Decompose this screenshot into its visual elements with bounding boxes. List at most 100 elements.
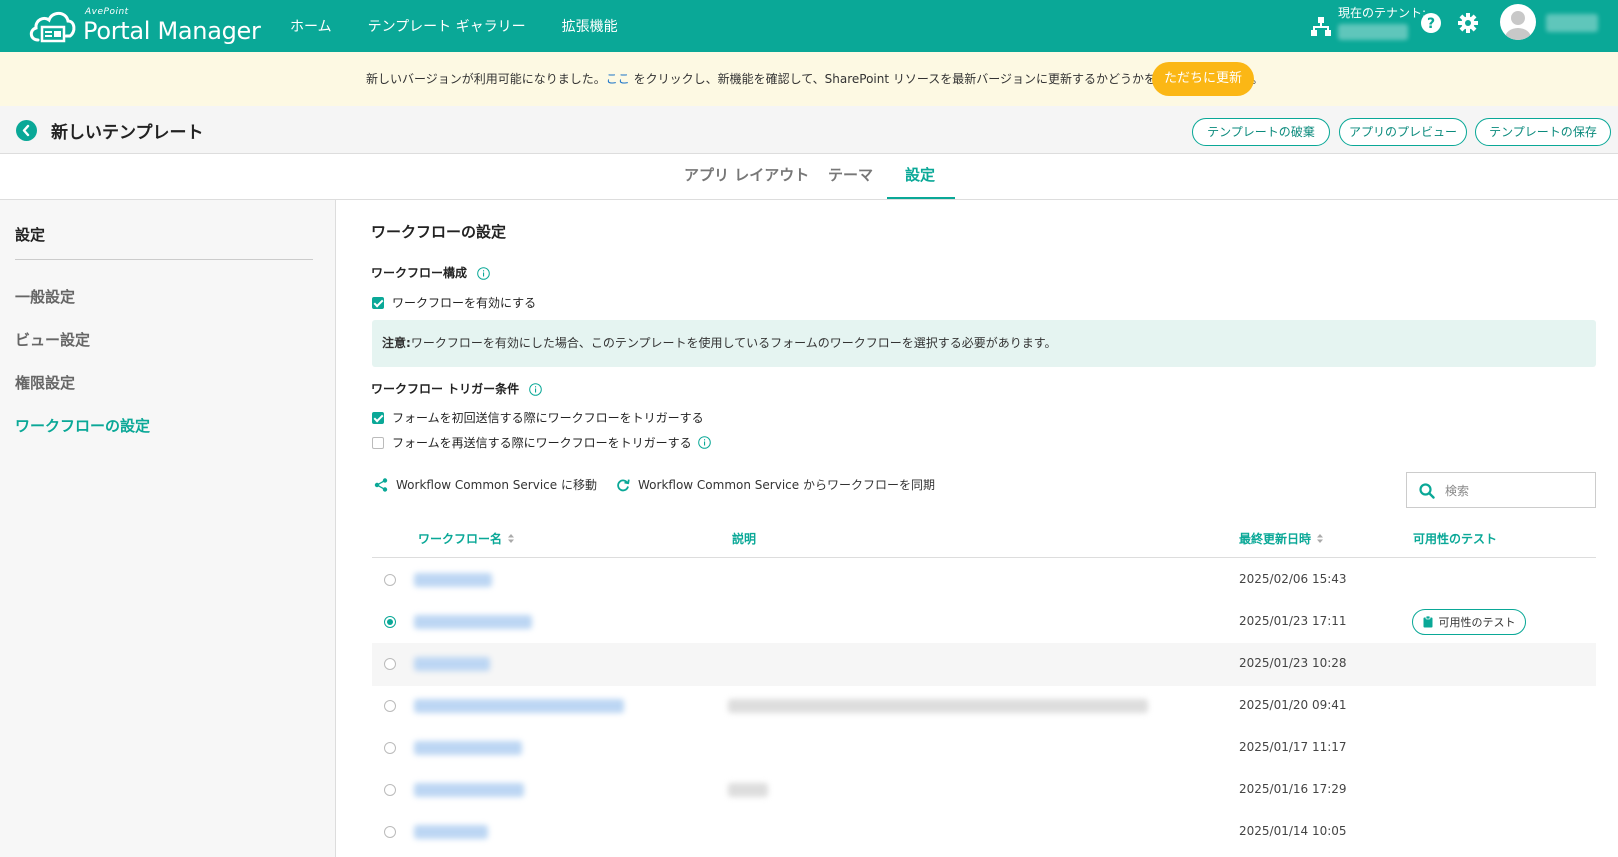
gear-icon[interactable] bbox=[1457, 12, 1479, 34]
trigger-first-checkbox[interactable] bbox=[372, 411, 384, 424]
description-redacted bbox=[728, 783, 768, 797]
help-icon[interactable]: ? bbox=[1420, 12, 1442, 34]
row-radio[interactable] bbox=[384, 616, 396, 628]
enable-workflow-checkbox[interactable] bbox=[372, 296, 384, 309]
sync-from-wcs-label: Workflow Common Service からワークフローを同期 bbox=[638, 478, 935, 492]
page-header: 新しいテンプレート テンプレートの破棄 アプリのプレビュー テンプレートの保存 bbox=[0, 106, 1618, 154]
avatar[interactable] bbox=[1500, 4, 1536, 40]
trigger-resubmit-row[interactable]: フォームを再送信する際にワークフローをトリガーする bbox=[372, 434, 711, 451]
info-icon[interactable] bbox=[529, 383, 543, 396]
update-banner: 新しいバージョンが利用可能になりました。ここ をクリックし、新機能を確認して、S… bbox=[0, 52, 1618, 106]
trigger-resubmit-checkbox[interactable] bbox=[372, 436, 384, 449]
sort-icon[interactable] bbox=[1316, 533, 1324, 544]
tenant-label: 現在のテナント: bbox=[1338, 6, 1427, 20]
sidebar-heading: 設定 bbox=[15, 226, 46, 244]
workflow-name-redacted[interactable] bbox=[414, 573, 492, 587]
column-availability-test: 可用性のテスト bbox=[1413, 532, 1498, 546]
enable-workflow-checkbox-row[interactable]: ワークフローを有効にする bbox=[372, 294, 536, 311]
info-icon[interactable] bbox=[697, 436, 711, 449]
move-to-wcs-button[interactable]: Workflow Common Service に移動 bbox=[374, 476, 597, 493]
column-last-modified[interactable]: 最終更新日時 bbox=[1239, 530, 1324, 547]
cloud-logo-icon bbox=[29, 11, 76, 43]
trigger-first-row[interactable]: フォームを初回送信する際にワークフローをトリガーする bbox=[372, 409, 704, 426]
svg-text:?: ? bbox=[1427, 16, 1435, 32]
username-redacted[interactable] bbox=[1546, 14, 1598, 32]
trigger-title: ワークフロー トリガー条件 bbox=[371, 382, 520, 396]
save-template-button[interactable]: テンプレートの保存 bbox=[1475, 118, 1611, 146]
tab-bar: アプリ レイアウト テーマ 設定 bbox=[0, 154, 1618, 200]
sidebar-divider bbox=[15, 259, 313, 260]
page-title: 新しいテンプレート bbox=[51, 123, 204, 143]
trigger-first-label: フォームを初回送信する際にワークフローをトリガーする bbox=[392, 411, 704, 425]
nav-extensions[interactable]: 拡張機能 bbox=[562, 16, 618, 36]
discard-template-button[interactable]: テンプレートの破棄 bbox=[1192, 118, 1330, 146]
workflow-name-redacted[interactable] bbox=[414, 699, 624, 713]
availability-test-button[interactable]: 可用性のテスト bbox=[1412, 609, 1526, 635]
note-bold-label: 注意: bbox=[382, 336, 411, 350]
sidebar-item-view[interactable]: ビュー設定 bbox=[15, 329, 90, 350]
search-input[interactable] bbox=[1445, 481, 1585, 501]
active-tab-indicator bbox=[887, 197, 955, 199]
nav-home[interactable]: ホーム bbox=[290, 16, 332, 36]
row-date: 2025/01/14 10:05 bbox=[1239, 824, 1347, 838]
workflow-table-header: ワークフロー名 説明 最終更新日時 可用性のテスト bbox=[372, 518, 1596, 558]
tab-settings[interactable]: 設定 bbox=[905, 164, 935, 185]
column-last-modified-label: 最終更新日時 bbox=[1239, 532, 1312, 546]
sidebar-item-workflow[interactable]: ワークフローの設定 bbox=[15, 415, 150, 436]
banner-link[interactable]: ここ bbox=[606, 72, 630, 86]
table-row[interactable]: 2025/01/23 17:11 可用性のテスト bbox=[372, 601, 1596, 644]
app-preview-button[interactable]: アプリのプレビュー bbox=[1339, 118, 1467, 146]
row-radio[interactable] bbox=[384, 574, 396, 586]
tenant-hierarchy-icon bbox=[1311, 17, 1331, 36]
row-radio[interactable] bbox=[384, 826, 396, 838]
banner-message: 新しいバージョンが利用可能になりました。ここ をクリックし、新機能を確認して、S… bbox=[366, 70, 1263, 87]
workflow-name-redacted[interactable] bbox=[414, 615, 532, 629]
tab-app-layout[interactable]: アプリ レイアウト bbox=[684, 164, 809, 185]
workflow-name-redacted[interactable] bbox=[414, 657, 490, 671]
back-button[interactable] bbox=[16, 120, 37, 141]
table-row[interactable]: 2025/01/16 17:29 bbox=[372, 769, 1596, 812]
workflow-note: 注意:ワークフローを有効にした場合、このテンプレートを使用しているフォームのワー… bbox=[372, 320, 1596, 367]
table-row[interactable]: 2025/01/20 09:41 bbox=[372, 685, 1596, 728]
app-logo[interactable]: AvePoint Portal Manager bbox=[28, 4, 268, 48]
section-title: ワークフローの設定 bbox=[371, 223, 507, 241]
workflow-name-redacted[interactable] bbox=[414, 783, 524, 797]
row-date: 2025/01/20 09:41 bbox=[1239, 698, 1347, 712]
tab-theme[interactable]: テーマ bbox=[828, 164, 873, 185]
clipboard-icon bbox=[1423, 616, 1432, 628]
table-row[interactable]: 2025/01/17 11:17 bbox=[372, 727, 1596, 770]
nav-template-gallery[interactable]: テンプレート ギャラリー bbox=[368, 16, 526, 36]
row-date: 2025/01/16 17:29 bbox=[1239, 782, 1347, 796]
tenant-name-redacted bbox=[1338, 24, 1408, 40]
row-radio[interactable] bbox=[384, 742, 396, 754]
workflow-name-redacted[interactable] bbox=[414, 741, 522, 755]
table-row[interactable]: 2025/01/23 10:28 bbox=[372, 643, 1596, 686]
update-now-button[interactable]: ただちに更新 bbox=[1152, 62, 1254, 96]
table-row[interactable]: 2025/02/06 15:43 bbox=[372, 559, 1596, 602]
info-icon[interactable] bbox=[477, 267, 491, 280]
row-date: 2025/01/17 11:17 bbox=[1239, 740, 1347, 754]
row-date: 2025/01/23 10:28 bbox=[1239, 656, 1347, 670]
workflow-name-redacted[interactable] bbox=[414, 825, 488, 839]
main-nav: ホーム テンプレート ギャラリー 拡張機能 bbox=[290, 0, 654, 52]
table-row[interactable]: 2025/01/14 10:05 bbox=[372, 811, 1596, 854]
trigger-resubmit-label: フォームを再送信する際にワークフローをトリガーする bbox=[392, 436, 692, 450]
brand-text: Portal Manager bbox=[83, 17, 261, 45]
column-workflow-name[interactable]: ワークフロー名 bbox=[418, 530, 515, 547]
banner-text-before: 新しいバージョンが利用可能になりました。 bbox=[366, 72, 606, 86]
sync-icon bbox=[617, 478, 630, 491]
search-icon bbox=[1419, 483, 1435, 499]
search-box[interactable] bbox=[1406, 472, 1596, 508]
sidebar-item-general[interactable]: 一般設定 bbox=[15, 286, 75, 307]
row-radio[interactable] bbox=[384, 784, 396, 796]
sort-icon[interactable] bbox=[507, 533, 515, 544]
enable-workflow-label: ワークフローを有効にする bbox=[392, 296, 537, 310]
sidebar-item-permissions[interactable]: 権限設定 bbox=[15, 372, 75, 393]
trigger-heading: ワークフロー トリガー条件 bbox=[371, 380, 543, 397]
sync-from-wcs-button[interactable]: Workflow Common Service からワークフローを同期 bbox=[616, 476, 935, 493]
note-text: ワークフローを有効にした場合、このテンプレートを使用しているフォームのワークフロ… bbox=[410, 336, 1057, 350]
row-radio[interactable] bbox=[384, 700, 396, 712]
settings-sidebar: 設定 一般設定 ビュー設定 権限設定 ワークフローの設定 bbox=[0, 200, 336, 857]
column-description: 説明 bbox=[732, 532, 757, 546]
row-radio[interactable] bbox=[384, 658, 396, 670]
